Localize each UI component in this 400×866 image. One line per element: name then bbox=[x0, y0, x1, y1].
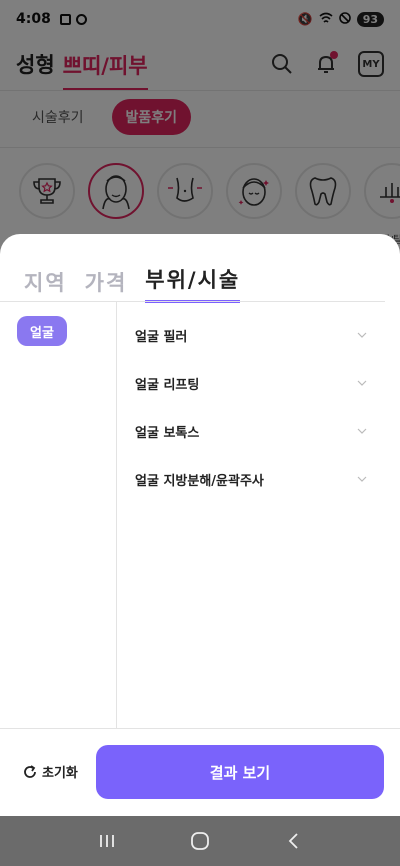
tab-region[interactable]: 지역 bbox=[24, 267, 67, 303]
filter-bottom-sheet: 지역 가격 부위/시술 얼굴 얼굴 필러 얼굴 리프팅 얼굴 보톡스 얼굴 지방… bbox=[0, 234, 400, 816]
tab-part-procedure[interactable]: 부위/시술 bbox=[145, 264, 241, 303]
home-icon[interactable] bbox=[188, 829, 212, 853]
show-results-button[interactable]: 결과 보기 bbox=[96, 745, 384, 799]
procedure-item[interactable]: 얼굴 필러 bbox=[118, 311, 388, 359]
recents-icon[interactable] bbox=[95, 829, 119, 853]
reset-label: 초기화 bbox=[42, 766, 78, 781]
procedure-item[interactable]: 얼굴 보톡스 bbox=[118, 407, 388, 455]
procedure-item[interactable]: 얼굴 지방분해/윤곽주사 bbox=[118, 455, 388, 503]
chevron-down-icon bbox=[357, 476, 367, 482]
body-part-list: 얼굴 bbox=[0, 302, 117, 728]
system-nav-bar bbox=[0, 816, 400, 866]
chevron-down-icon bbox=[357, 428, 367, 434]
procedure-list: 얼굴 필러 얼굴 리프팅 얼굴 보톡스 얼굴 지방분해/윤곽주사 bbox=[118, 302, 388, 503]
procedure-item[interactable]: 얼굴 리프팅 bbox=[118, 359, 388, 407]
reset-button[interactable]: 초기화 bbox=[22, 762, 78, 781]
tab-price[interactable]: 가격 bbox=[85, 267, 128, 303]
footer-divider bbox=[0, 728, 400, 729]
part-chip-face[interactable]: 얼굴 bbox=[17, 316, 67, 346]
chevron-down-icon bbox=[357, 380, 367, 386]
chevron-down-icon bbox=[357, 332, 367, 338]
filter-tabs: 지역 가격 부위/시술 bbox=[24, 264, 241, 303]
refresh-icon bbox=[24, 764, 36, 778]
back-icon[interactable] bbox=[281, 829, 305, 853]
